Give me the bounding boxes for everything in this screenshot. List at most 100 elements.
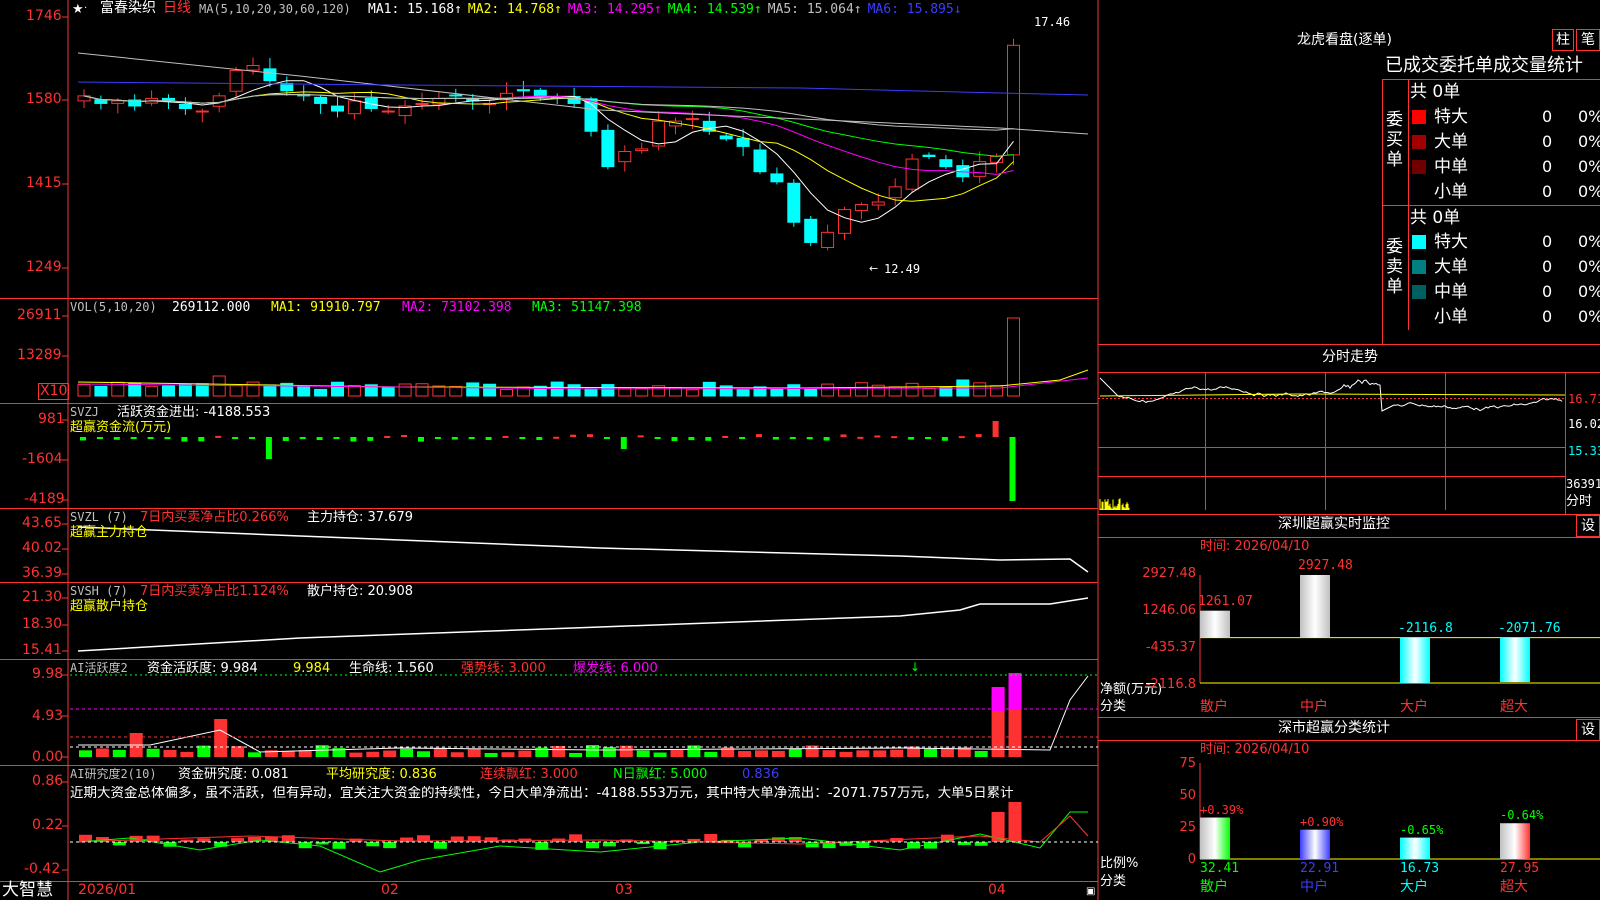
sc-bar-value: 16.73: [1400, 861, 1440, 876]
ai-activity-bar: [924, 748, 937, 757]
ellipsis-icon[interactable]: ·: [84, 1, 87, 16]
sell-total: 共 0单: [1410, 208, 1461, 228]
ma-legend-item: MA1: 15.168↑: [368, 2, 462, 17]
svsh-line: [77, 597, 1089, 652]
flow-bar: [925, 437, 931, 439]
order-size-label: 大单: [1434, 132, 1468, 152]
volume-bar: [178, 383, 192, 397]
order-count: 0: [1542, 307, 1553, 326]
candle-body: [533, 89, 547, 97]
order-count: 0: [1542, 282, 1553, 301]
volume-bar: [804, 387, 818, 397]
volume-bar: [314, 388, 328, 397]
brand-logo: 大智慧: [2, 880, 53, 900]
volume-bar: [398, 383, 412, 397]
svzl-line: [77, 526, 1089, 573]
time-axis-label: 02: [381, 882, 399, 898]
ai-activity-bar: [484, 752, 498, 757]
ai1-a: 资金活跃度: 9.984: [147, 661, 258, 676]
lock-icon[interactable]: ▣: [1086, 884, 1095, 899]
ai2-axis-label: 0.22: [32, 817, 64, 833]
svzj-label: SVZJ: [70, 405, 99, 419]
candle-body: [871, 201, 885, 206]
svzl-hold: 主力持仓: 37.679: [307, 510, 413, 525]
ai-activity-bar: [349, 752, 363, 757]
ai2-b: 平均研究度: 0.836: [326, 767, 437, 782]
fs-axis-label: 16.02: [1568, 417, 1600, 431]
sc-settings-button[interactable]: 设: [1576, 719, 1600, 741]
sz-settings-button[interactable]: 设: [1576, 515, 1600, 537]
flow-bar: [519, 437, 526, 439]
ai2-d: N日飘红: 5.000: [613, 767, 708, 782]
flow-bar: [80, 437, 86, 441]
svzj-axis-label: -1604: [22, 451, 63, 467]
flow-bar: [96, 437, 103, 439]
star-icon[interactable]: ★: [72, 2, 84, 17]
price-axis-label: 1249: [26, 259, 62, 275]
order-color-swatch: [1412, 310, 1426, 324]
buy-total: 共 0单: [1410, 82, 1461, 102]
candle-body: [838, 209, 851, 234]
ma-legend: MA1: 15.168↑ MA2: 14.768↑ MA3: 14.295↑ MA4:…: [368, 2, 968, 17]
ai1-axis-label: 4.93: [32, 708, 64, 724]
period-label[interactable]: 日线: [163, 1, 191, 16]
ai2-c: 连续飘红: 3.000: [480, 767, 578, 782]
svzj-axis-label: -4189: [24, 491, 65, 507]
volume-bar: [770, 388, 784, 397]
volume-bar: [736, 389, 750, 397]
lhb-header: 已成交委托单成交量统计: [1385, 55, 1583, 76]
sc-axis-label: 0: [1187, 852, 1196, 867]
candle-body: [263, 68, 277, 82]
sz-axis-label: -2116.8: [1145, 677, 1196, 692]
ai-activity-bar: [822, 750, 836, 757]
sc-title: 深市超赢分类统计: [1278, 720, 1390, 736]
volume-bar: [821, 383, 835, 397]
tick-mode-button[interactable]: 笔: [1576, 29, 1600, 51]
main-chart-canvas: [0, 0, 1099, 900]
ai-activity-bar: [248, 752, 261, 757]
bar-mode-button[interactable]: 柱: [1552, 29, 1574, 51]
ma-line: [77, 52, 1089, 135]
ma-legend-item: MA4: 14.539↑: [667, 2, 762, 17]
sz-axis-label: 2927.48: [1142, 566, 1196, 581]
ai-activity-bar: [771, 750, 785, 757]
sz-bar-value: -2071.76: [1498, 620, 1561, 636]
ai2-axis-label: 0.86: [32, 773, 64, 789]
sz-bar-value: 1261.07: [1198, 593, 1253, 609]
volume-bar: [990, 384, 1004, 397]
order-count: 0: [1542, 182, 1553, 201]
sc-change-label: -0.64%: [1500, 808, 1544, 823]
ai-activity-bar: [450, 752, 464, 757]
ai-activity-bar: [433, 747, 447, 757]
flow-bar: [485, 437, 492, 440]
sc-time: 时间: 2026/04/10: [1200, 742, 1310, 757]
order-count: 0: [1542, 257, 1553, 276]
volume-bar: [854, 382, 868, 397]
flow-bar: [282, 437, 289, 441]
flow-bar: [232, 437, 239, 439]
sc-bar-value: 22.91: [1300, 861, 1340, 876]
flow-bar: [654, 437, 661, 439]
ai-activity-bar: [704, 751, 718, 757]
sz-category-label: 大户: [1400, 699, 1428, 715]
candle-body: [516, 89, 530, 92]
price-axis-label: 1580: [26, 91, 62, 107]
candle-body: [415, 102, 429, 105]
candle-body: [618, 150, 632, 163]
order-percent: 0%: [1578, 107, 1600, 126]
ai-activity-bar: [636, 750, 650, 757]
fs-axis-label: 15.33: [1568, 444, 1600, 458]
order-size-label: 小单: [1434, 182, 1468, 202]
candle-body: [94, 99, 108, 104]
svzj-text: 活跃资金进出: -4188.553: [117, 405, 271, 420]
ai1-axis-label: 9.98: [32, 666, 64, 682]
ai-activity-bar: [400, 748, 414, 757]
volume-bar: [905, 382, 919, 397]
ai2-e: 0.836: [742, 767, 780, 782]
ai-activity-bar: [974, 750, 988, 757]
order-size-label: 特大: [1434, 107, 1468, 127]
flow-bar: [316, 437, 323, 441]
flow-bar: [772, 437, 779, 440]
candle-body: [381, 110, 395, 113]
flow-bar: [147, 437, 154, 439]
